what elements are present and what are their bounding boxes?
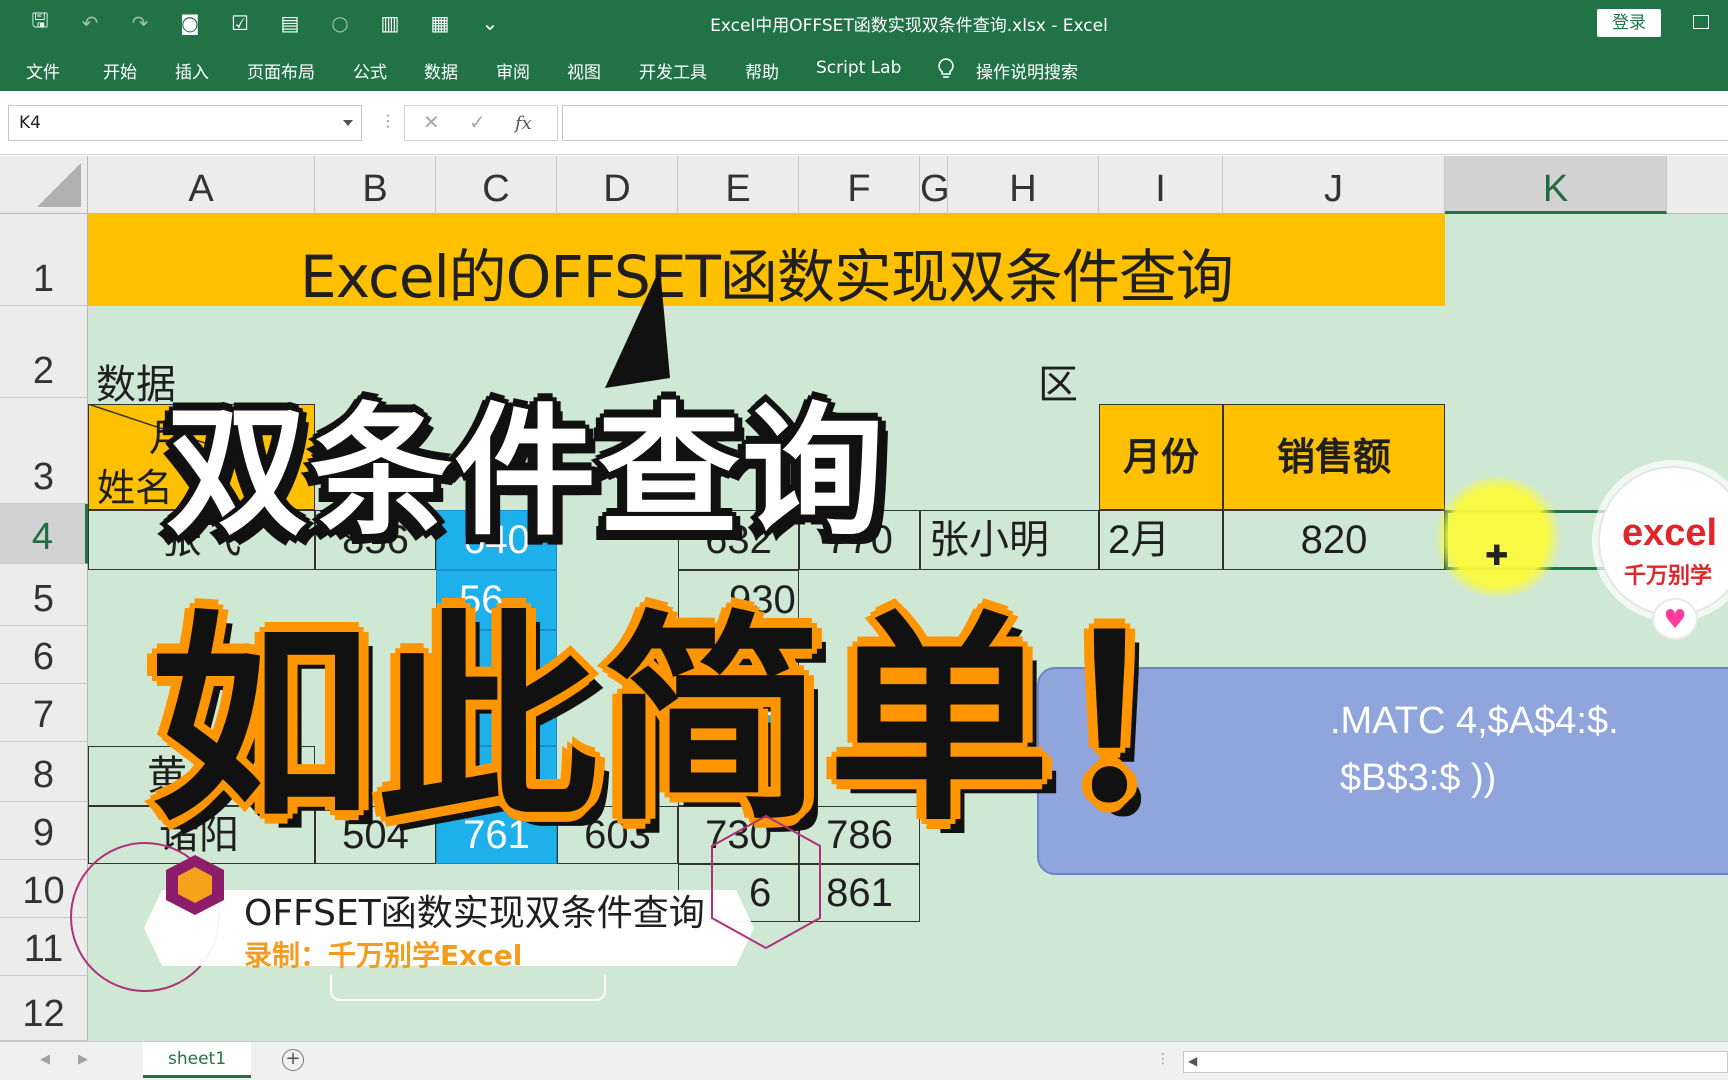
hexagon-icon bbox=[166, 855, 224, 915]
insert-function-icon[interactable]: fx bbox=[515, 113, 532, 134]
header-sales[interactable]: 销售额 bbox=[1223, 404, 1445, 510]
separator-dots-icon: ⋮ bbox=[380, 111, 396, 130]
lightbulb-icon bbox=[938, 58, 954, 78]
row-header-5[interactable]: 5 bbox=[0, 564, 88, 626]
horizontal-scrollbar[interactable]: ◀ bbox=[1183, 1051, 1728, 1073]
ribbon-tabs: 文件 开始 插入 页面布局 公式 数据 审阅 视图 开发工具 帮助 Script… bbox=[0, 46, 1728, 91]
column-header-e[interactable]: E bbox=[678, 156, 799, 214]
restore-window-icon[interactable] bbox=[1693, 15, 1709, 29]
formula-buttons: ✕ ✓ fx bbox=[404, 105, 558, 141]
cancel-icon[interactable]: ✕ bbox=[423, 110, 440, 134]
header-a3-bottom: 姓名 bbox=[97, 466, 174, 510]
data-area-label: 数据 bbox=[96, 362, 176, 408]
tab-view[interactable]: 视图 bbox=[567, 58, 601, 83]
column-header-c[interactable]: C bbox=[436, 156, 557, 214]
tab-insert[interactable]: 插入 bbox=[175, 58, 209, 83]
sheet-tab-active[interactable]: sheet1 bbox=[143, 1042, 251, 1078]
heart-icon: ♥ bbox=[1652, 598, 1698, 640]
document-title: Excel中用OFFSET函数实现双条件查询.xlsx - Excel bbox=[710, 16, 1108, 36]
column-header-b[interactable]: B bbox=[315, 156, 436, 214]
logo-wordmark: excel bbox=[1622, 512, 1718, 554]
cell-cursor-icon: ✚ bbox=[1485, 539, 1509, 572]
column-header-i[interactable]: I bbox=[1099, 156, 1223, 214]
column-header-h[interactable]: H bbox=[948, 156, 1099, 214]
row-header-4[interactable]: 4 bbox=[0, 504, 88, 564]
tab-review[interactable]: 审阅 bbox=[496, 58, 530, 83]
select-all-corner[interactable] bbox=[0, 156, 88, 214]
add-sheet-icon[interactable]: + bbox=[282, 1049, 304, 1071]
column-header-j[interactable]: J bbox=[1223, 156, 1445, 214]
row-header-1[interactable]: 1 bbox=[0, 214, 88, 306]
column-header-a[interactable]: A bbox=[88, 156, 315, 214]
formula-input[interactable] bbox=[562, 105, 1728, 141]
tab-developer[interactable]: 开发工具 bbox=[639, 58, 707, 83]
tab-help[interactable]: 帮助 bbox=[745, 58, 779, 83]
name-box-value: K4 bbox=[19, 113, 41, 133]
formula-callout-line-2: $B$3:$ )) bbox=[1340, 757, 1497, 799]
row-header-8[interactable]: 8 bbox=[0, 742, 88, 802]
caption-subtitle: 录制：千万别学Excel bbox=[244, 939, 523, 972]
tab-home[interactable]: 开始 bbox=[103, 58, 137, 83]
column-header-f[interactable]: F bbox=[799, 156, 920, 214]
hexagon-outline-icon bbox=[711, 814, 821, 950]
query-area-label: 区 bbox=[1038, 362, 1078, 408]
tab-script-lab[interactable]: Script Lab bbox=[816, 58, 901, 78]
chevron-down-icon[interactable] bbox=[343, 120, 353, 126]
tab-formulas[interactable]: 公式 bbox=[353, 58, 387, 83]
caption-title: OFFSET函数实现双条件查询 bbox=[244, 893, 705, 934]
column-header-d[interactable]: D bbox=[557, 156, 678, 214]
logo-subtitle: 千万别学 bbox=[1624, 564, 1713, 589]
sheet-title: Excel的OFFSET函数实现双条件查询 bbox=[300, 243, 1234, 311]
tell-me-search[interactable]: 操作说明搜索 bbox=[976, 58, 1078, 83]
login-button[interactable]: 登录 bbox=[1597, 9, 1661, 37]
tab-data[interactable]: 数据 bbox=[424, 58, 458, 83]
tab-page-layout[interactable]: 页面布局 bbox=[247, 58, 315, 83]
headline-line-1: 双条件查询 bbox=[166, 390, 886, 555]
header-month[interactable]: 月份 bbox=[1099, 404, 1223, 510]
title-bar: 🖫 ↶ ↷ ◙ ☑ ▤ ○ ▥ ▦ ⌄ Excel中用OFFSET函数实现双条件… bbox=[0, 0, 1728, 46]
formula-bar: K4 ⋮ ✕ ✓ fx bbox=[0, 91, 1728, 155]
tab-splitter-icon[interactable]: ⋮ bbox=[1156, 1051, 1170, 1067]
name-box[interactable]: K4 bbox=[8, 105, 362, 141]
formula-callout-line-1: .MATC 4,$A$4:$. bbox=[1330, 700, 1619, 742]
tab-file[interactable]: 文件 bbox=[26, 58, 60, 83]
row-header-2[interactable]: 2 bbox=[0, 306, 88, 398]
caption-underline bbox=[330, 975, 606, 1001]
column-header-extra[interactable] bbox=[1667, 156, 1728, 214]
sheet-tab-bar: ◀ ▶ sheet1 + ⋮ ◀ bbox=[0, 1041, 1728, 1080]
row-header-6[interactable]: 6 bbox=[0, 626, 88, 684]
title-band: Excel的OFFSET函数实现双条件查询 bbox=[88, 214, 1445, 311]
prev-sheet-icon[interactable]: ◀ bbox=[40, 1052, 50, 1067]
column-header-g[interactable]: G bbox=[920, 156, 950, 214]
row-header-9[interactable]: 9 bbox=[0, 802, 88, 860]
row-header-7[interactable]: 7 bbox=[0, 684, 88, 742]
cursor-highlight bbox=[1433, 477, 1563, 597]
enter-icon[interactable]: ✓ bbox=[469, 110, 486, 134]
next-sheet-icon[interactable]: ▶ bbox=[78, 1052, 88, 1067]
column-header-k[interactable]: K bbox=[1445, 156, 1667, 214]
row-header-3[interactable]: 3 bbox=[0, 398, 88, 504]
row-header-12[interactable]: 12 bbox=[0, 976, 88, 1041]
scroll-left-icon[interactable]: ◀ bbox=[1188, 1054, 1197, 1068]
